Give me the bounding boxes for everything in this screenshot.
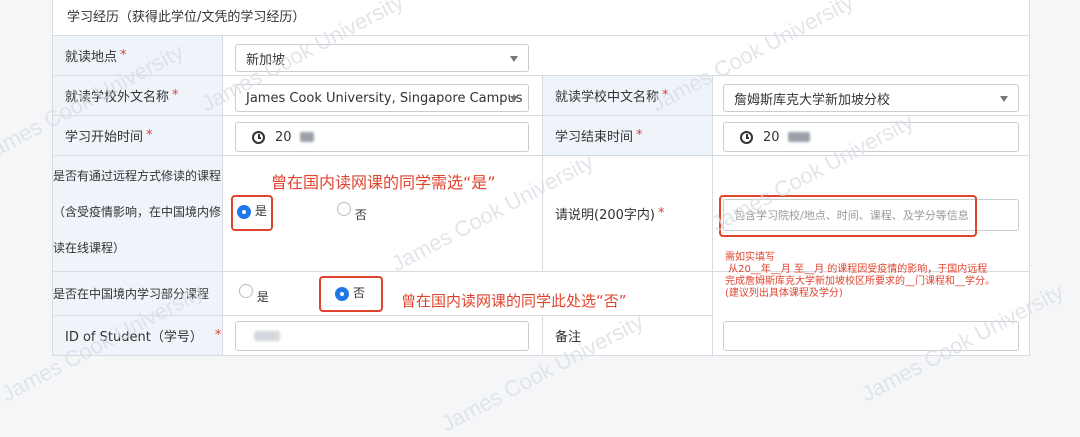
china-label-cell: 是否在中国境内学习部分课程 xyxy=(53,272,223,316)
china-yes-label: 是 xyxy=(256,290,269,304)
required-marker: * xyxy=(146,128,153,143)
remark-label: 备注 xyxy=(555,330,582,345)
required-marker: * xyxy=(172,88,179,103)
school-cn-select[interactable]: 詹姆斯库克大学新加坡分校 xyxy=(723,84,1019,112)
remark-input[interactable] xyxy=(723,321,1019,351)
highlight-box xyxy=(231,195,273,231)
required-marker: * xyxy=(636,128,643,143)
chevron-down-icon xyxy=(510,96,518,102)
start-date-input[interactable]: 20 xyxy=(235,122,529,152)
section-title: 学习经历（获得此学位/文凭的学习经历） xyxy=(53,0,1029,36)
start-label: 学习开始时间 xyxy=(65,130,144,145)
explain-hint: 需如实填写 从20__年__月 至__月 的课程因受疫情的影响，于国内远程 完成… xyxy=(725,252,995,299)
remote-label-line2: （含受疫情影响，在中国境内修 xyxy=(53,205,222,219)
school-en-select[interactable]: James Cook University, Singapore Campus xyxy=(235,84,529,112)
redacted-value xyxy=(254,331,280,341)
chevron-down-icon xyxy=(1000,96,1008,102)
radio-unselected-icon[interactable] xyxy=(239,284,253,298)
school-cn-value: 詹姆斯库克大学新加坡分校 xyxy=(734,92,891,108)
student-id-label-cell: ID of Student（学号） * xyxy=(53,316,223,356)
remote-label-line3: 读在线课程） xyxy=(53,241,126,255)
start-label-cell: 学习开始时间 * xyxy=(53,116,223,156)
china-yes-option[interactable]: 是 xyxy=(239,284,269,305)
china-label: 是否在中国境内学习部分课程 xyxy=(53,287,210,301)
end-date-input[interactable]: 20 xyxy=(723,122,1019,152)
clock-icon xyxy=(740,130,753,144)
remote-no-label: 否 xyxy=(354,208,367,222)
remote-no-option[interactable]: 否 xyxy=(337,202,367,223)
chevron-down-icon xyxy=(510,56,518,62)
required-marker: * xyxy=(120,48,127,63)
end-value: 20 xyxy=(763,129,780,145)
highlight-box xyxy=(319,276,383,312)
student-id-input[interactable] xyxy=(235,321,529,351)
radio-unselected-icon[interactable] xyxy=(337,202,351,216)
required-marker: * xyxy=(662,88,669,103)
school-en-value: James Cook University, Singapore Campus xyxy=(246,90,523,106)
redacted-value xyxy=(299,132,314,142)
location-value: 新加坡 xyxy=(246,52,286,68)
clock-icon xyxy=(252,130,265,144)
explain-label: 请说明(200字内) xyxy=(555,208,655,223)
explain-label-cell: 请说明(200字内) * xyxy=(543,156,713,272)
remote-label-cell: 是否有通过远程方式修读的课程 （含受疫情影响，在中国境内修 读在线课程） xyxy=(53,156,223,272)
school-cn-label: 就读学校中文名称 xyxy=(555,90,660,105)
end-label-cell: 学习结束时间 * xyxy=(543,116,713,156)
location-label-cell: 就读地点 * xyxy=(53,36,223,76)
remark-label-cell: 备注 xyxy=(543,316,713,356)
annotation-select-no: 曾在国内读网课的同学此处选“否” xyxy=(401,292,627,310)
required-marker: * xyxy=(657,206,665,221)
end-label: 学习结束时间 xyxy=(555,130,634,145)
school-en-label-cell: 就读学校外文名称 * xyxy=(53,76,223,116)
start-value: 20 xyxy=(275,129,292,145)
required-marker: * xyxy=(214,328,222,343)
student-id-label: ID of Student（学号） xyxy=(65,330,203,345)
annotation-select-yes: 曾在国内读网课的同学需选“是” xyxy=(271,173,496,192)
highlight-box xyxy=(719,195,977,237)
location-select[interactable]: 新加坡 xyxy=(235,44,529,72)
school-en-label: 就读学校外文名称 xyxy=(65,90,170,105)
school-cn-label-cell: 就读学校中文名称 * xyxy=(543,76,713,116)
remote-label-line1: 是否有通过远程方式修读的课程 xyxy=(53,169,222,183)
study-history-panel: 学习经历（获得此学位/文凭的学习经历） 就读地点 * 新加坡 就读学校外文名称 * … xyxy=(52,0,1030,356)
redacted-value xyxy=(787,132,810,142)
location-label: 就读地点 xyxy=(65,50,118,65)
